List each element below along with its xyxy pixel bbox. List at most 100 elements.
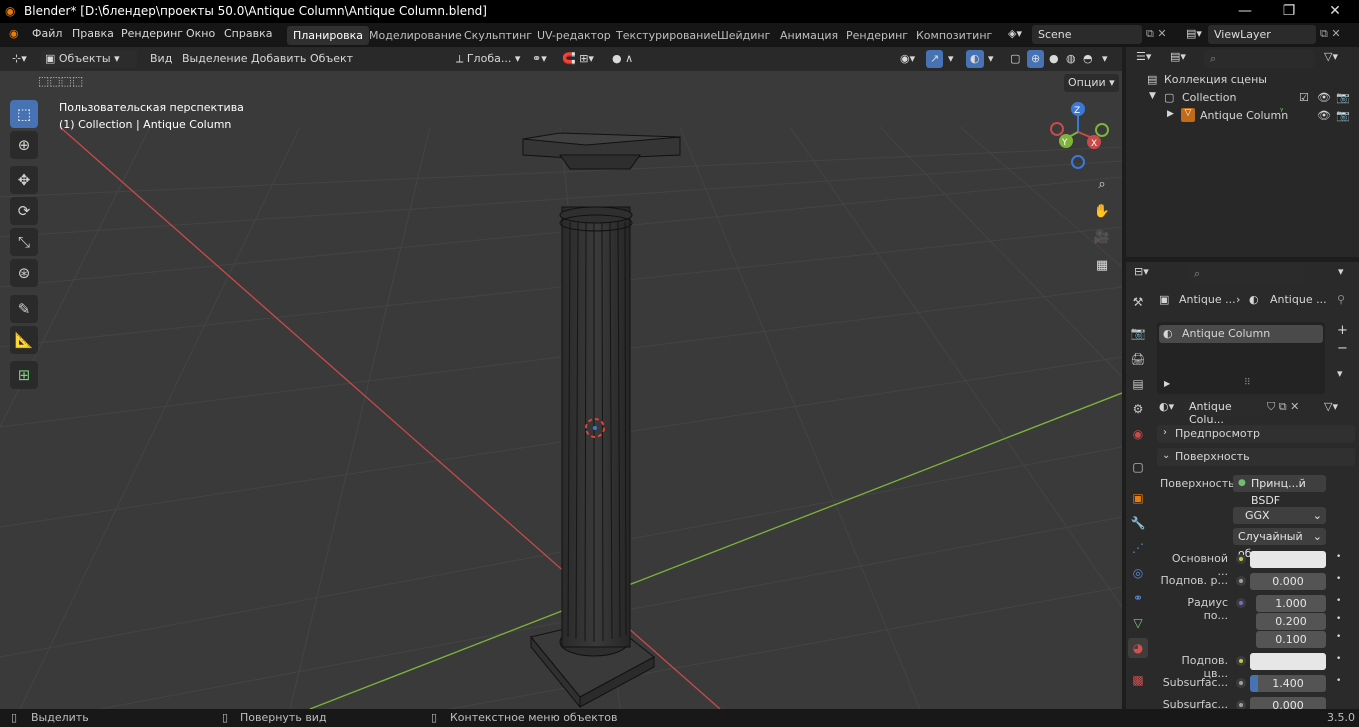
pivot-point-icon[interactable]: ⚭▾ xyxy=(528,50,551,68)
transform-orientation-select[interactable]: ⟂ Глоба... ▾ xyxy=(452,50,524,68)
viewlayer-name-field[interactable]: ViewLayer xyxy=(1208,25,1316,44)
outliner-editor-icon[interactable]: ☰▾ xyxy=(1136,50,1151,63)
remove-slot-icon[interactable]: − xyxy=(1337,341,1348,356)
shading-rendered-icon[interactable]: ◓ xyxy=(1079,50,1097,68)
overlays-toggle-icon[interactable]: ◐ xyxy=(966,50,984,68)
collection-eye-icon[interactable]: 👁 xyxy=(1317,91,1331,104)
material-browse-icon[interactable]: ◐▾ xyxy=(1159,400,1174,413)
data-tab-icon[interactable]: ▽ xyxy=(1128,613,1148,633)
radius-x-field[interactable]: 1.000 xyxy=(1256,595,1326,612)
object-camera-icon[interactable]: 📷 xyxy=(1336,109,1350,122)
tab-sculpting[interactable]: Скульптинг xyxy=(458,26,538,45)
slot-specials-icon[interactable]: ▾ xyxy=(1337,367,1343,380)
outliner-scene-collection[interactable]: Коллекция сцены xyxy=(1164,73,1267,86)
subsurface-keyframe-icon[interactable]: • xyxy=(1336,574,1341,584)
collection-checkbox-icon[interactable]: ☑ xyxy=(1299,91,1309,104)
physics-tab-icon[interactable]: ◎ xyxy=(1128,563,1148,583)
subsurface-color-swatch[interactable] xyxy=(1250,653,1326,670)
camera-view-icon[interactable]: 🎥 xyxy=(1090,226,1114,250)
menu-select[interactable]: Выделение xyxy=(178,50,252,68)
outliner-object-item[interactable]: Antique Column xyxy=(1200,109,1288,122)
outliner-filter-icon[interactable]: ▽▾ xyxy=(1324,50,1338,63)
material-actions-icons[interactable]: ⛉ ⧉ ✕ xyxy=(1267,400,1299,414)
close-button[interactable]: ✕ xyxy=(1312,1,1358,22)
tool-tab-icon[interactable]: ⚒ xyxy=(1128,292,1148,312)
tab-shading[interactable]: Шейдинг xyxy=(711,26,776,45)
modifier-tab-icon[interactable]: 🔧 xyxy=(1128,513,1148,533)
subsurface-ior-field[interactable]: 1.400 xyxy=(1250,675,1326,692)
gizmo-dropdown-icon[interactable]: ▾ xyxy=(944,50,958,68)
pin-icon[interactable]: ⚲ xyxy=(1337,293,1345,306)
scale-tool-icon[interactable]: ⤡ xyxy=(10,228,38,256)
tab-uv-editing[interactable]: UV-редактор xyxy=(531,26,617,45)
menu-add[interactable]: Добавить xyxy=(247,50,310,68)
radius-z-keyframe-icon[interactable]: • xyxy=(1336,632,1341,642)
expand-collection-icon[interactable]: ▼ xyxy=(1149,91,1156,101)
base-color-swatch[interactable] xyxy=(1250,551,1326,568)
shading-dropdown-icon[interactable]: ▾ xyxy=(1098,50,1112,68)
subsurface-ior-keyframe-icon[interactable]: • xyxy=(1336,676,1341,686)
radius-socket-icon[interactable] xyxy=(1236,598,1246,608)
shading-wireframe-icon[interactable]: ⊕ xyxy=(1027,50,1045,68)
outliner-search-input[interactable]: ⌕ xyxy=(1204,49,1314,68)
outliner-display-mode-icon[interactable]: ▤▾ xyxy=(1170,50,1186,63)
select-box-tool[interactable]: ⬚ xyxy=(10,100,38,128)
mode-select[interactable]: ▣ Объекты ▾ xyxy=(41,50,137,68)
rotate-tool-icon[interactable]: ⟳ xyxy=(10,197,38,225)
texture-tab-icon[interactable]: ▩ xyxy=(1128,670,1148,690)
gizmo-toggle-icon[interactable]: ↗ xyxy=(926,50,944,68)
tab-compositing[interactable]: Композитинг xyxy=(910,26,998,45)
slot-list-resize-icon[interactable]: ⠿ xyxy=(1244,378,1251,388)
proportional-edit-icon[interactable]: ● ∧ xyxy=(608,50,637,68)
navigation-gizmo[interactable]: Z Y X xyxy=(1040,99,1115,169)
radius-z-field[interactable]: 0.100 xyxy=(1256,631,1326,648)
antique-column-mesh[interactable] xyxy=(522,132,681,709)
measure-tool-icon[interactable]: 📐 xyxy=(10,326,38,354)
overlays-dropdown-icon[interactable]: ▾ xyxy=(984,50,998,68)
add-slot-icon[interactable]: + xyxy=(1337,323,1348,338)
selection-mode-icons[interactable]: ⬚⬚⬚⬚ xyxy=(38,74,83,88)
viewlayer-browse-icon[interactable]: ▤▾ xyxy=(1186,27,1202,40)
object-eye-icon[interactable]: 👁 xyxy=(1317,109,1331,122)
transform-tool-icon[interactable]: ⊛ xyxy=(10,259,38,287)
subsurface-color-socket-icon[interactable] xyxy=(1236,656,1246,666)
surface-shader-field[interactable]: ● Принц...й BSDF xyxy=(1233,475,1326,507)
scene-browse-icon[interactable]: ◈▾ xyxy=(1008,27,1022,40)
move-tool-icon[interactable]: ✥ xyxy=(10,166,38,194)
3d-viewport[interactable]: ⊹▾ ▣ Объекты ▾ Вид Выделение Добавить Об… xyxy=(0,47,1122,709)
viewlayer-copy-icon[interactable]: ⧉ ✕ xyxy=(1320,27,1341,41)
subsurface-color-keyframe-icon[interactable]: • xyxy=(1336,654,1341,664)
constraints-tab-icon[interactable]: ⚭ xyxy=(1128,588,1148,608)
properties-options-icon[interactable]: ▾ xyxy=(1338,265,1344,278)
menu-object[interactable]: Объект xyxy=(306,50,357,68)
cursor-tool-icon[interactable]: ⊕ xyxy=(10,131,38,159)
surface-panel-header[interactable]: ⌄ Поверхность xyxy=(1157,448,1355,466)
shading-solid-icon[interactable]: ● xyxy=(1045,50,1063,68)
collection-tab-icon[interactable]: ▢ xyxy=(1128,457,1148,477)
distribution-select[interactable]: GGX ⌄ xyxy=(1233,507,1326,524)
annotate-tool-icon[interactable]: ✎ xyxy=(10,295,38,323)
material-link-icon[interactable]: ▽▾ xyxy=(1324,400,1338,413)
editor-type-icon[interactable]: ⊹▾ xyxy=(8,50,31,68)
scene-tab-icon[interactable]: ⚙ xyxy=(1128,399,1148,419)
material-name-field[interactable]: Antique Colu... xyxy=(1183,397,1267,426)
slot-list-expand-icon[interactable]: ▶ xyxy=(1164,379,1170,388)
ortho-grid-icon[interactable]: ▦ xyxy=(1090,254,1114,278)
menu-render[interactable]: Рендеринг xyxy=(121,27,183,40)
menu-help[interactable]: Справка xyxy=(224,27,272,40)
scene-copy-icon[interactable]: ⧉ ✕ xyxy=(1146,27,1167,41)
tab-animation[interactable]: Анимация xyxy=(774,26,844,45)
material-tab-icon[interactable]: ◕ xyxy=(1128,638,1148,658)
pan-hand-icon[interactable]: ✋ xyxy=(1090,200,1114,224)
blender-menu-icon[interactable]: ◉ xyxy=(9,27,19,40)
view-layer-tab-icon[interactable]: ▤ xyxy=(1128,374,1148,394)
output-tab-icon[interactable]: 🖨 xyxy=(1128,349,1148,369)
outliner-collection-item[interactable]: Collection xyxy=(1182,91,1236,104)
menu-edit[interactable]: Правка xyxy=(72,27,114,40)
subsurface-method-select[interactable]: Случайный об...⌄ xyxy=(1233,528,1326,560)
menu-view[interactable]: Вид xyxy=(146,50,176,68)
snap-icon[interactable]: 🧲 ⊞▾ xyxy=(558,50,598,68)
properties-editor-icon[interactable]: ⊟▾ xyxy=(1134,265,1149,278)
maximize-button[interactable]: ❐ xyxy=(1266,1,1312,22)
zoom-icon[interactable]: ⌕ xyxy=(1090,173,1114,197)
